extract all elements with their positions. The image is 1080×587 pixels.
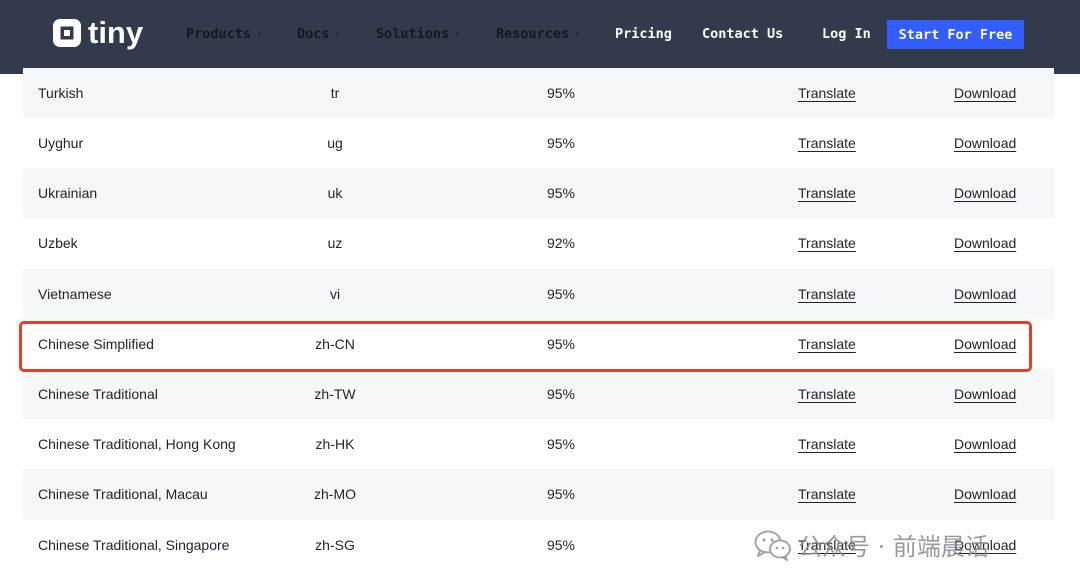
chevron-right-icon: › (256, 28, 263, 40)
top-navbar: tiny Products › Docs › Solutions › Resou… (0, 0, 1080, 74)
translate-link[interactable]: Translate (798, 436, 856, 452)
brand-name: tiny (88, 15, 144, 50)
completion-percent: 95% (546, 335, 576, 352)
language-code: tr (330, 85, 340, 101)
translate-link[interactable]: Translate (798, 486, 856, 502)
language-name: Chinese Traditional, Macau (38, 486, 208, 503)
chevron-right-icon: › (334, 28, 341, 40)
language-name: Chinese Traditional, Singapore (38, 536, 230, 553)
language-code: zh-MO (314, 486, 356, 503)
nav-label: Resources (496, 26, 570, 42)
language-code: zh-SG (315, 536, 355, 553)
table-row: Uyghur ug 95% Translate Download (23, 118, 1054, 168)
nav-label: Pricing (615, 26, 672, 42)
language-name: Chinese Simplified (38, 335, 154, 352)
language-code: uk (327, 185, 343, 202)
download-link[interactable]: Download (954, 235, 1016, 251)
translate-link[interactable]: Translate (798, 185, 856, 201)
nav-label: Docs (297, 26, 330, 42)
language-name: Vietnamese (38, 285, 112, 302)
table-row: Uzbek uz 92% Translate Download (23, 218, 1054, 268)
table-row: Ukrainian uk 95% Translate Download (23, 168, 1054, 219)
tiny-logo-icon (53, 19, 81, 47)
language-name: Uzbek (38, 235, 78, 252)
language-name: Uyghur (38, 135, 84, 152)
download-link[interactable]: Download (954, 286, 1016, 302)
translate-link[interactable]: Translate (798, 235, 856, 251)
table-row-highlighted: Chinese Simplified zh-CN 95% Translate D… (23, 319, 1054, 369)
completion-percent: 92% (546, 235, 576, 252)
download-link[interactable]: Download (954, 336, 1016, 352)
nav-pricing[interactable]: Pricing (615, 26, 672, 42)
translate-link[interactable]: Translate (798, 336, 856, 352)
language-name: Ukrainian (38, 185, 98, 202)
nav-label: Solutions (376, 26, 450, 42)
chevron-right-icon: › (574, 28, 581, 40)
login-link[interactable]: Log In (822, 26, 871, 42)
completion-percent: 95% (546, 386, 576, 403)
language-name: Turkish (38, 85, 84, 101)
completion-percent: 95% (546, 135, 576, 152)
translate-link[interactable]: Translate (798, 286, 856, 302)
translate-link[interactable]: Translate (798, 135, 856, 151)
login-label: Log In (822, 26, 871, 42)
language-code: zh-CN (315, 335, 355, 352)
watermark: 公众号 · 前端晨话 (754, 527, 989, 562)
language-code: uz (327, 235, 343, 252)
language-table: Turkish tr 95% Translate Download Uyghur… (23, 68, 1054, 570)
completion-percent: 95% (546, 436, 576, 453)
chevron-right-icon: › (454, 28, 461, 40)
start-for-free-button[interactable]: Start For Free (887, 20, 1024, 49)
download-link[interactable]: Download (954, 486, 1016, 502)
language-name: Chinese Traditional (38, 386, 158, 403)
nav-resources[interactable]: Resources › (496, 26, 580, 42)
download-link[interactable]: Download (954, 386, 1016, 402)
language-code: vi (329, 285, 341, 302)
language-code: zh-TW (314, 386, 356, 403)
completion-percent: 95% (546, 486, 576, 503)
download-link[interactable]: Download (954, 85, 1016, 101)
completion-percent: 95% (546, 85, 576, 101)
language-name: Chinese Traditional, Hong Kong (38, 436, 236, 453)
nav-label: Contact Us (702, 26, 784, 42)
nav-products[interactable]: Products › (186, 26, 262, 42)
download-link[interactable]: Download (954, 436, 1016, 452)
language-code: zh-HK (315, 436, 355, 453)
translate-link[interactable]: Translate (798, 386, 856, 402)
brand-logo[interactable]: tiny (52, 15, 144, 50)
nav-solutions[interactable]: Solutions › (376, 26, 460, 42)
download-link[interactable]: Download (954, 185, 1016, 201)
download-link[interactable]: Download (954, 135, 1016, 151)
translate-link[interactable]: Translate (798, 85, 856, 101)
completion-percent: 95% (546, 536, 576, 553)
table-row: Chinese Traditional, Hong Kong zh-HK 95%… (23, 419, 1054, 469)
table-row: Vietnamese vi 95% Translate Download (23, 268, 1054, 319)
watermark-text: 公众号 · 前端晨话 (798, 533, 989, 561)
nav-label: Products (186, 26, 252, 42)
nav-contact-us[interactable]: Contact Us (702, 26, 783, 42)
wechat-icon (754, 530, 791, 561)
completion-percent: 95% (546, 285, 576, 302)
language-code: ug (327, 135, 343, 152)
completion-percent: 95% (546, 185, 576, 202)
table-row: Chinese Traditional, Macau zh-MO 95% Tra… (23, 469, 1054, 520)
table-row: Turkish tr 95% Translate Download (23, 68, 1054, 118)
table-row: Chinese Traditional zh-TW 95% Translate … (23, 368, 1054, 420)
nav-docs[interactable]: Docs › (297, 26, 341, 42)
